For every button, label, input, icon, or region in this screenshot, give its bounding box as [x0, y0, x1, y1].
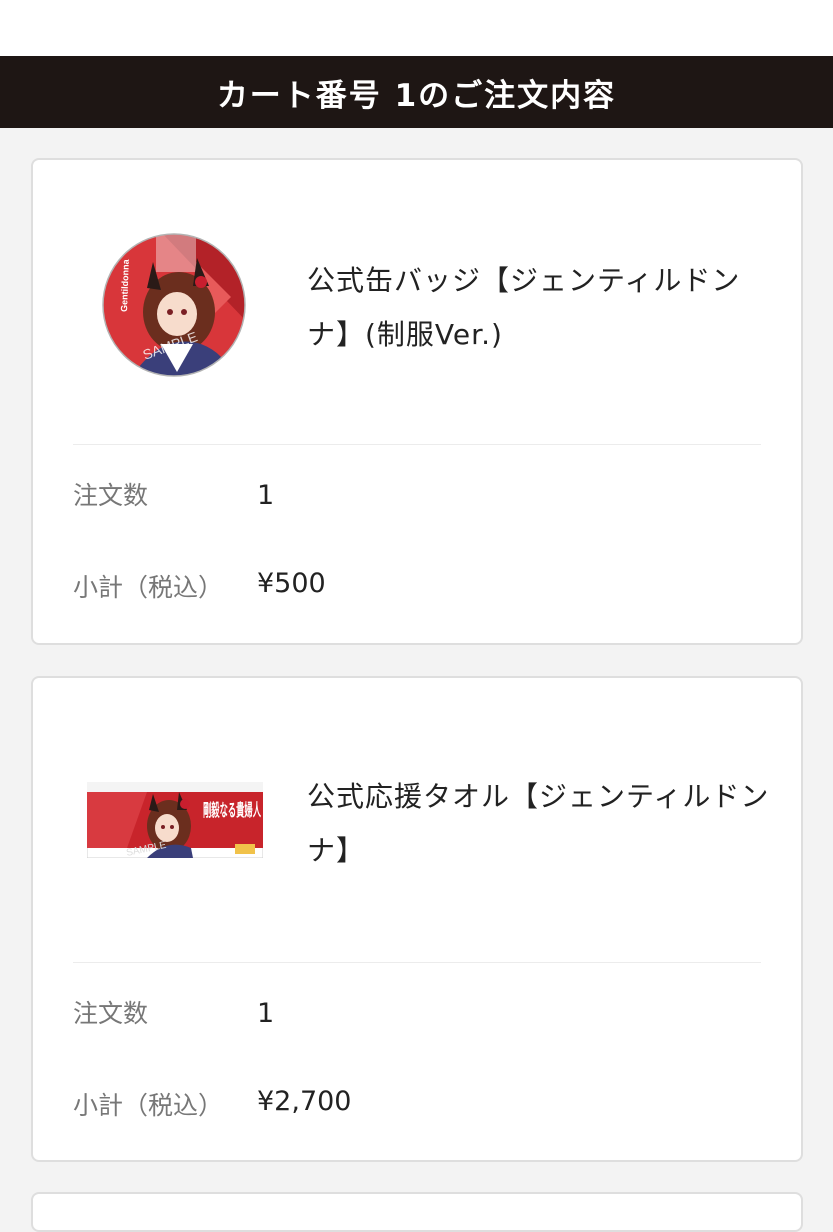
- quantity-label: 注文数: [73, 999, 149, 1028]
- subtotal-value: ¥2,700: [257, 1086, 352, 1117]
- product-name[interactable]: 公式缶バッジ【ジェンティルドンナ】(制服Ver.): [307, 254, 777, 362]
- divider: [73, 962, 761, 963]
- subtotal-label: 小計（税込）: [73, 1091, 224, 1120]
- cart-header: カート番号 1のご注文内容: [0, 56, 833, 128]
- quantity-value: 1: [257, 998, 275, 1029]
- towel-catchphrase: 剛毅なる貴婦人: [203, 800, 261, 821]
- order-item-card: 剛毅なる貴婦人 SAMPLE 公式応援タオル【ジェンティルドンナ】 注文数 1 …: [31, 676, 803, 1162]
- order-item-card: Gentildonna SAMPLE 公式缶バッジ【ジェンティルドンナ】(制服V…: [31, 158, 803, 645]
- divider: [73, 444, 761, 445]
- quantity-value: 1: [257, 480, 275, 511]
- page-title: カート番号 1のご注文内容: [216, 77, 617, 114]
- quantity-label: 注文数: [73, 481, 149, 510]
- cheer-towel-image[interactable]: 剛毅なる貴婦人 SAMPLE: [87, 782, 263, 858]
- badge-name-text: Gentildonna: [119, 258, 131, 312]
- can-badge-image[interactable]: Gentildonna SAMPLE: [101, 232, 247, 378]
- subtotal-value: ¥500: [257, 568, 326, 599]
- product-row[interactable]: 剛毅なる貴婦人 SAMPLE 公式応援タオル【ジェンティルドンナ】: [33, 678, 801, 964]
- subtotal-label: 小計（税込）: [73, 573, 224, 602]
- product-name[interactable]: 公式応援タオル【ジェンティルドンナ】: [307, 770, 777, 878]
- next-order-card: [31, 1192, 803, 1232]
- product-row[interactable]: Gentildonna SAMPLE 公式缶バッジ【ジェンティルドンナ】(制服V…: [33, 160, 801, 446]
- top-bar: [0, 0, 833, 56]
